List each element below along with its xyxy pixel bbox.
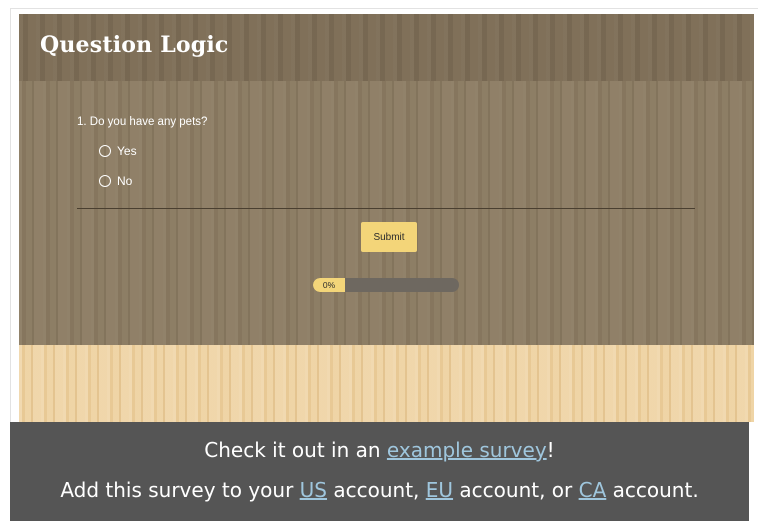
footer-wood [19, 345, 754, 422]
option-label: Yes [117, 144, 137, 158]
banner-text: ! [546, 438, 555, 462]
radio-circle-icon[interactable] [99, 145, 111, 157]
banner-text: Add this survey to your [60, 478, 300, 502]
banner-line-1: Check it out in an example survey! [10, 438, 749, 462]
progress-bar: 0% [313, 278, 459, 292]
question-panel: 1. Do you have any pets? Yes No Submit 0… [19, 81, 754, 345]
submit-button[interactable]: Submit [361, 222, 417, 252]
radio-circle-icon[interactable] [99, 175, 111, 187]
info-banner: Check it out in an example survey! Add t… [10, 422, 749, 521]
banner-text: account, or [453, 478, 579, 502]
question-title: 1. Do you have any pets? [77, 116, 208, 128]
progress-fill: 0% [313, 278, 345, 292]
divider [77, 208, 695, 209]
survey-header: Question Logic [19, 14, 754, 81]
example-survey-link[interactable]: example survey [387, 438, 547, 462]
banner-text: account. [606, 478, 699, 502]
banner-line-2: Add this survey to your US account, EU a… [10, 478, 749, 502]
option-no[interactable]: No [99, 174, 132, 188]
banner-text: Check it out in an [204, 438, 387, 462]
banner-text: account, [327, 478, 426, 502]
option-label: No [117, 174, 133, 188]
option-yes[interactable]: Yes [99, 144, 137, 158]
page-title: Question Logic [40, 32, 229, 58]
ca-account-link[interactable]: CA [579, 478, 607, 502]
us-account-link[interactable]: US [300, 478, 327, 502]
eu-account-link[interactable]: EU [426, 478, 453, 502]
